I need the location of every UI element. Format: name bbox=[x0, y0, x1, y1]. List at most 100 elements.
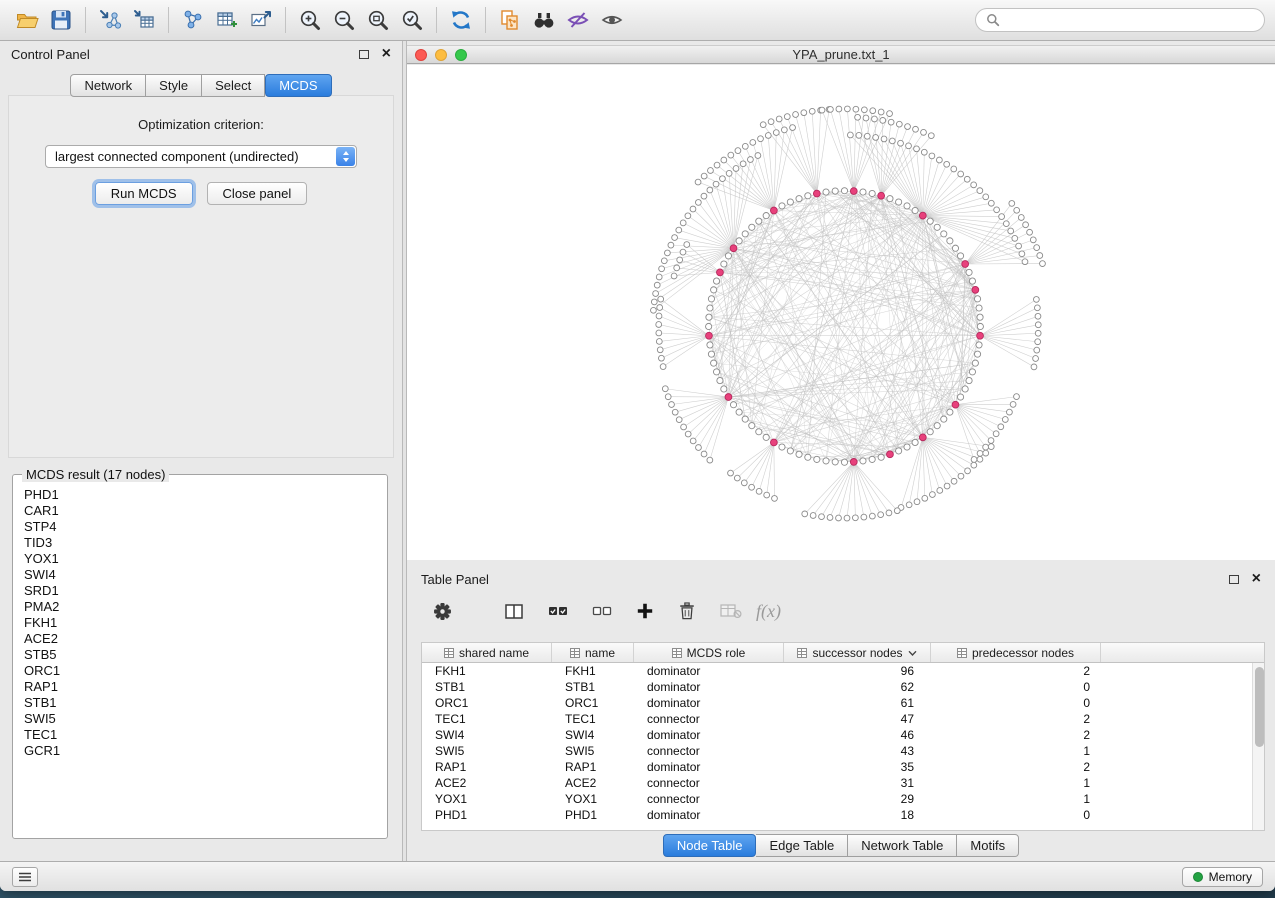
deselect-all-button[interactable] bbox=[592, 604, 612, 618]
mcds-result-item[interactable]: TEC1 bbox=[24, 727, 376, 743]
float-panel-icon[interactable] bbox=[1229, 575, 1239, 584]
zoom-out-button[interactable] bbox=[327, 4, 361, 36]
close-panel-icon[interactable]: × bbox=[382, 46, 391, 62]
column-header-predecessor-nodes[interactable]: predecessor nodes bbox=[931, 643, 1101, 662]
save-session-button[interactable] bbox=[44, 4, 78, 36]
float-panel-icon[interactable] bbox=[359, 50, 369, 59]
scrollbar-thumb[interactable] bbox=[1255, 667, 1264, 747]
new-network-button[interactable] bbox=[176, 4, 210, 36]
network-window-titlebar[interactable]: YPA_prune.txt_1 bbox=[407, 45, 1275, 64]
table-row[interactable]: ORC1ORC1dominator610 bbox=[422, 695, 1252, 711]
run-mcds-button[interactable]: Run MCDS bbox=[95, 182, 193, 205]
mcds-result-item[interactable]: ACE2 bbox=[24, 631, 376, 647]
mcds-result-item[interactable]: TID3 bbox=[24, 535, 376, 551]
mcds-result-item[interactable]: SWI5 bbox=[24, 711, 376, 727]
memory-button[interactable]: Memory bbox=[1182, 867, 1263, 887]
search-neighbors-button[interactable] bbox=[527, 4, 561, 36]
table-row[interactable]: ACE2ACE2connector311 bbox=[422, 775, 1252, 791]
table-row[interactable]: STB1STB1dominator620 bbox=[422, 679, 1252, 695]
column-header-filler bbox=[1101, 643, 1264, 662]
tab-select[interactable]: Select bbox=[202, 74, 265, 97]
mcds-result-item[interactable]: CAR1 bbox=[24, 503, 376, 519]
cell-name: YOX1 bbox=[552, 792, 634, 806]
column-label: shared name bbox=[459, 646, 529, 660]
mcds-result-item[interactable]: FKH1 bbox=[24, 615, 376, 631]
cell-shared_name: SWI4 bbox=[422, 728, 552, 742]
column-header-name[interactable]: name bbox=[552, 643, 634, 662]
mcds-result-item[interactable]: PMA2 bbox=[24, 599, 376, 615]
export-image-icon bbox=[249, 8, 273, 32]
task-history-button[interactable] bbox=[12, 867, 38, 887]
table-scrollbar[interactable] bbox=[1252, 663, 1264, 830]
mcds-result-item[interactable]: YOX1 bbox=[24, 551, 376, 567]
close-panel-icon[interactable]: × bbox=[1252, 571, 1261, 587]
close-window-button[interactable] bbox=[415, 49, 427, 61]
mcds-result-item[interactable]: SWI4 bbox=[24, 567, 376, 583]
zoom-in-button[interactable] bbox=[293, 4, 327, 36]
toolbar-separator bbox=[85, 7, 86, 33]
column-header-successor-nodes[interactable]: successor nodes bbox=[784, 643, 931, 662]
table-row[interactable]: RAP1RAP1dominator352 bbox=[422, 759, 1252, 775]
application-window: Control Panel × Network Style Select MCD… bbox=[0, 0, 1275, 891]
zoom-fit-button[interactable] bbox=[361, 4, 395, 36]
show-columns-button[interactable] bbox=[504, 602, 524, 621]
table-row[interactable]: YOX1YOX1connector291 bbox=[422, 791, 1252, 807]
table-settings-button[interactable] bbox=[433, 602, 452, 621]
minimize-window-button[interactable] bbox=[435, 49, 447, 61]
export-image-button[interactable] bbox=[244, 4, 278, 36]
memory-status-icon bbox=[1193, 872, 1203, 882]
import-table-button[interactable] bbox=[127, 4, 161, 36]
mcds-result-item[interactable]: PHD1 bbox=[24, 487, 376, 503]
mcds-result-item[interactable]: RAP1 bbox=[24, 679, 376, 695]
main-toolbar bbox=[0, 0, 1275, 41]
function-builder-button[interactable]: f(x) bbox=[756, 601, 781, 622]
import-network-button[interactable] bbox=[93, 4, 127, 36]
mcds-result-item[interactable]: STP4 bbox=[24, 519, 376, 535]
network-canvas[interactable] bbox=[407, 65, 1275, 560]
table-row[interactable]: PHD1PHD1dominator180 bbox=[422, 807, 1252, 823]
cell-name: FKH1 bbox=[552, 664, 634, 678]
network-window: YPA_prune.txt_1 bbox=[407, 41, 1275, 560]
zoom-selected-button[interactable] bbox=[395, 4, 429, 36]
attribute-icon bbox=[957, 648, 967, 658]
maximize-window-button[interactable] bbox=[455, 49, 467, 61]
table-row[interactable]: TEC1TEC1connector472 bbox=[422, 711, 1252, 727]
search-icon bbox=[986, 13, 1000, 27]
tab-node-table[interactable]: Node Table bbox=[663, 834, 757, 857]
table-row[interactable]: FKH1FKH1dominator962 bbox=[422, 663, 1252, 679]
refresh-layout-button[interactable] bbox=[444, 4, 478, 36]
table-row[interactable]: SWI4SWI4dominator462 bbox=[422, 727, 1252, 743]
tab-mcds[interactable]: MCDS bbox=[265, 74, 331, 97]
tab-network[interactable]: Network bbox=[70, 74, 146, 97]
new-table-button[interactable] bbox=[210, 4, 244, 36]
select-all-button[interactable] bbox=[548, 604, 568, 618]
add-column-button[interactable] bbox=[636, 602, 654, 620]
cell-mcds_role: connector bbox=[634, 744, 784, 758]
columns-icon bbox=[504, 602, 524, 621]
tab-style[interactable]: Style bbox=[146, 74, 202, 97]
delete-column-button[interactable] bbox=[678, 601, 696, 621]
select-all-icon bbox=[548, 604, 568, 618]
mcds-result-item[interactable]: ORC1 bbox=[24, 663, 376, 679]
table-row[interactable]: SWI5SWI5connector431 bbox=[422, 743, 1252, 759]
copy-network-button[interactable] bbox=[493, 4, 527, 36]
attribute-icon bbox=[672, 648, 682, 658]
column-header-shared-name[interactable]: shared name bbox=[422, 643, 552, 662]
open-session-button[interactable] bbox=[10, 4, 44, 36]
column-header-mcds-role[interactable]: MCDS role bbox=[634, 643, 784, 662]
mcds-result-item[interactable]: STB1 bbox=[24, 695, 376, 711]
mcds-result-item[interactable]: STB5 bbox=[24, 647, 376, 663]
tab-motifs[interactable]: Motifs bbox=[957, 834, 1019, 857]
show-details-button[interactable] bbox=[595, 4, 629, 36]
cell-shared_name: FKH1 bbox=[422, 664, 552, 678]
close-panel-button[interactable]: Close panel bbox=[207, 182, 308, 205]
mcds-result-item[interactable]: SRD1 bbox=[24, 583, 376, 599]
mcds-result-item[interactable]: GCR1 bbox=[24, 743, 376, 759]
tab-network-table[interactable]: Network Table bbox=[848, 834, 957, 857]
network-graph[interactable] bbox=[407, 65, 1275, 560]
tab-edge-table[interactable]: Edge Table bbox=[756, 834, 848, 857]
hide-details-button[interactable] bbox=[561, 4, 595, 36]
delete-table-button-disabled bbox=[720, 603, 742, 619]
optimization-criterion-select[interactable]: largest connected component (undirected) bbox=[45, 145, 357, 168]
search-input[interactable] bbox=[1006, 13, 1254, 27]
